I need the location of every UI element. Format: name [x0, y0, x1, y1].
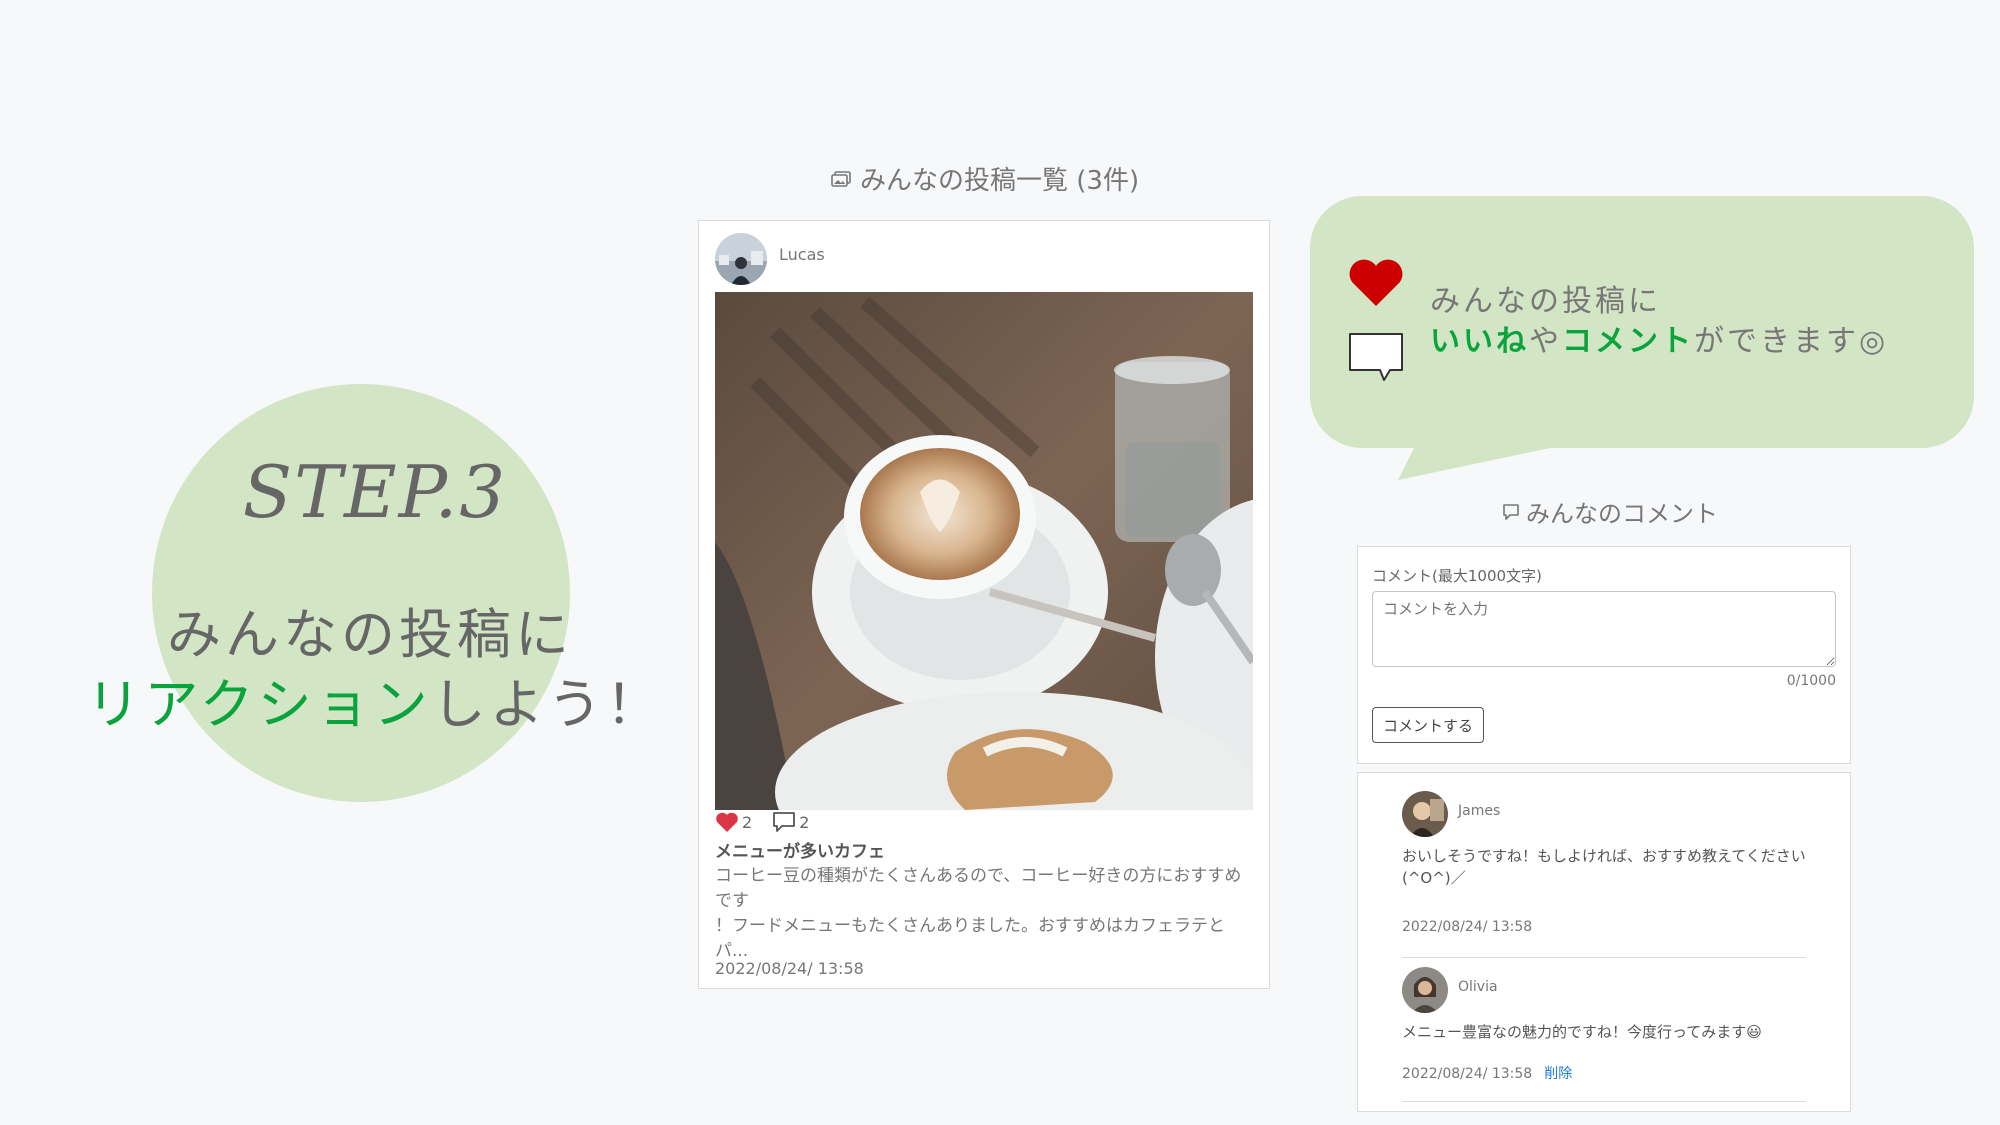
- comment-meta: 2022/08/24/ 13:58 削除: [1402, 1063, 1572, 1083]
- comment-username[interactable]: Olivia: [1458, 979, 1498, 995]
- submit-comment-button[interactable]: コメントする: [1372, 707, 1484, 743]
- step-text-green: リアクション: [86, 673, 432, 736]
- bubble-text: みんなの投稿に いいねやコメントができます◎: [1430, 282, 1888, 362]
- divider: [1402, 957, 1806, 958]
- bubble-like-word: いいね: [1430, 324, 1529, 359]
- step-text-rest: しよう！: [431, 673, 664, 736]
- delete-comment-link[interactable]: 削除: [1544, 1066, 1572, 1082]
- avatar[interactable]: [1402, 967, 1448, 1013]
- comment-input[interactable]: [1372, 591, 1836, 667]
- comment-form: コメント(最大1000文字) 0/1000 コメントする: [1357, 546, 1851, 764]
- divider: [1402, 1101, 1806, 1102]
- comment-icon[interactable]: [772, 811, 796, 833]
- comment-date: 2022/08/24/ 13:58: [1402, 919, 1533, 935]
- post-body: コーヒー豆の種類がたくさんあるので、コーヒー好きの方におすすめです ！フードメニ…: [715, 864, 1255, 964]
- post-title[interactable]: メニューが多いカフェ: [715, 837, 885, 862]
- chat-icon: [1503, 503, 1519, 520]
- bubble-line2-rest: ができます◎: [1694, 324, 1889, 359]
- post-username[interactable]: Lucas: [779, 245, 825, 264]
- step-text-line1: みんなの投稿に: [167, 603, 573, 666]
- avatar[interactable]: [1402, 791, 1448, 837]
- like-count: 2: [742, 812, 753, 832]
- bubble-line2: いいねやコメントができます◎: [1430, 322, 1888, 362]
- post-card[interactable]: Lucas 2 2 メニューが多いカフェ コーヒー豆の種類がたくさんあるので、コ…: [698, 220, 1270, 989]
- post-reactions: 2 2: [715, 811, 809, 833]
- posts-heading: みんなの投稿一覧 (3件): [830, 160, 1139, 197]
- post-body-line: コーヒー豆の種類がたくさんあるので、コーヒー好きの方におすすめです: [715, 866, 1242, 911]
- comment-meta: 2022/08/24/ 13:58: [1402, 919, 1532, 935]
- comments-heading: みんなのコメント: [1502, 494, 1718, 529]
- heart-icon: [1349, 259, 1403, 306]
- heart-icon[interactable]: [715, 811, 739, 833]
- step-title: STEP.3: [242, 450, 508, 534]
- speech-balloon-icon: [1349, 333, 1403, 381]
- bubble-line1: みんなの投稿に: [1430, 284, 1661, 319]
- posts-heading-text: みんなの投稿一覧 (3件): [860, 166, 1140, 196]
- coffee-photo-image: [715, 292, 1253, 810]
- comment-text: おいしそうですね！もしよければ、おすすめ教えてください(^O^)／: [1402, 847, 1806, 887]
- bubble-ya: や: [1529, 324, 1562, 359]
- avatar[interactable]: [715, 233, 767, 285]
- avatar-image: [715, 233, 767, 285]
- avatar-image: [1402, 791, 1448, 837]
- post-date: 2022/08/24/ 13:58: [715, 959, 864, 978]
- avatar-image: [1402, 967, 1448, 1013]
- comment-list: James おいしそうですね！もしよければ、おすすめ教えてください(^O^)／ …: [1357, 772, 1851, 1112]
- comments-heading-text: みんなのコメント: [1526, 500, 1718, 528]
- char-count: 0/1000: [1786, 673, 1836, 689]
- comment-count: 2: [799, 812, 810, 832]
- comment-item: James おいしそうですね！もしよければ、おすすめ教えてください(^O^)／ …: [1402, 791, 1810, 958]
- images-icon: [831, 170, 851, 187]
- comment-date: 2022/08/24/ 13:58: [1402, 1066, 1533, 1082]
- comment-username[interactable]: James: [1458, 803, 1500, 819]
- comment-text: メニュー豊富なの魅力的ですね！今度行ってみます😃: [1402, 1023, 1762, 1041]
- post-photo[interactable]: [715, 292, 1253, 810]
- comment-item: Olivia メニュー豊富なの魅力的ですね！今度行ってみます😃 2022/08/…: [1402, 967, 1810, 1119]
- comment-label: コメント(最大1000文字): [1372, 567, 1542, 585]
- post-body-line: ！フードメニューもたくさんありました。おすすめはカフェラテとパ...: [715, 916, 1225, 961]
- step-text-line2: リアクションしよう！: [0, 660, 750, 739]
- bubble-comment-word: コメント: [1562, 324, 1694, 359]
